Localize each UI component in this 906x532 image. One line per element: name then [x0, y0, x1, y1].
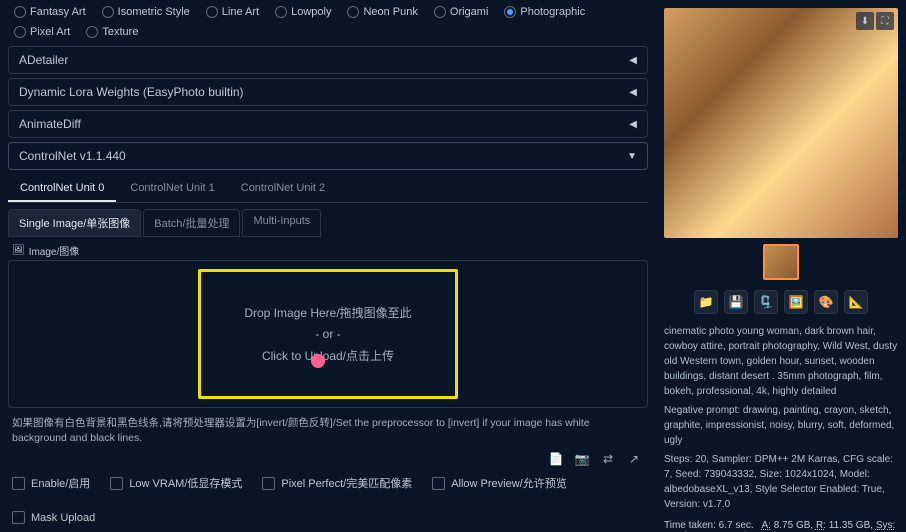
- radio-icon: [206, 6, 218, 18]
- output-action-button[interactable]: 🖼️: [784, 290, 808, 314]
- radio-icon: [347, 6, 359, 18]
- dropzone-text: Drop Image Here/拖拽图像至此: [244, 304, 411, 321]
- style-label: Neon Punk: [363, 6, 417, 18]
- output-action-button[interactable]: 💾: [724, 290, 748, 314]
- controlnet-unit-tab[interactable]: ControlNet Unit 0: [8, 176, 116, 202]
- swap-icon[interactable]: ⇄: [600, 451, 616, 467]
- radio-icon: [504, 6, 516, 18]
- radio-icon: [275, 6, 287, 18]
- preprocessor-hint: 如果图像有白色背景和黑色线条,请将预处理器设置为[invert/颜色反转]/Se…: [12, 416, 644, 445]
- generation-meta-text: Steps: 20, Sampler: DPM++ 2M Karras, CFG…: [664, 452, 898, 512]
- controlnet-input-tab[interactable]: Single Image/单张图像: [8, 209, 141, 237]
- style-option[interactable]: Fantasy Art: [8, 4, 92, 20]
- lowvram-checkbox[interactable]: Low VRAM/低显存模式: [110, 475, 242, 491]
- output-action-button[interactable]: 📐: [844, 290, 868, 314]
- chevron-left-icon: ◀: [629, 119, 637, 130]
- style-label: Line Art: [222, 6, 259, 18]
- chevron-left-icon: ◀: [629, 55, 637, 66]
- pixelperfect-checkbox[interactable]: Pixel Perfect/完美匹配像素: [262, 475, 412, 491]
- style-label: Isometric Style: [118, 6, 190, 18]
- lora-accordion[interactable]: Dynamic Lora Weights (EasyPhoto builtin)…: [8, 78, 648, 106]
- output-action-button[interactable]: 🎨: [814, 290, 838, 314]
- accordion-label: ControlNet v1.1.440: [19, 149, 126, 163]
- chevron-left-icon: ◀: [629, 87, 637, 98]
- animatediff-accordion[interactable]: AnimateDiff ◀: [8, 110, 648, 138]
- style-option[interactable]: Photographic: [498, 4, 591, 20]
- style-label: Origami: [450, 6, 489, 18]
- negative-prompt-text: Negative prompt: drawing, painting, cray…: [664, 403, 898, 448]
- output-thumbnail[interactable]: [763, 244, 799, 280]
- style-options: Fantasy Art Isometric Style Line Art Lowpol…: [8, 4, 648, 40]
- output-image[interactable]: ⬇ ⛶: [664, 8, 898, 238]
- style-option[interactable]: Line Art: [200, 4, 265, 20]
- radio-icon: [102, 6, 114, 18]
- style-label: Texture: [102, 26, 138, 38]
- adetailer-accordion[interactable]: ADetailer ◀: [8, 46, 648, 74]
- enable-checkbox[interactable]: Enable/启用: [12, 475, 90, 491]
- maskupload-checkbox[interactable]: Mask Upload: [12, 511, 95, 524]
- download-icon[interactable]: ⬇: [856, 12, 874, 30]
- accordion-label: AnimateDiff: [19, 117, 81, 131]
- controlnet-accordion[interactable]: ControlNet v1.1.440 ▼: [8, 142, 648, 170]
- cursor-icon: [311, 354, 325, 368]
- controlnet-input-tabs: Single Image/单张图像Batch/批量处理Multi-Inputs: [8, 209, 648, 237]
- output-action-button[interactable]: 🗜️: [754, 290, 778, 314]
- output-action-button[interactable]: 📁: [694, 290, 718, 314]
- prompt-text: cinematic photo young woman, dark brown …: [664, 324, 898, 399]
- image-dropzone[interactable]: Drop Image Here/拖拽图像至此 - or - Click to U…: [198, 269, 458, 399]
- image-input-label: 🖼 Image/图像: [12, 243, 648, 258]
- style-option[interactable]: Isometric Style: [96, 4, 196, 20]
- style-label: Fantasy Art: [30, 6, 86, 18]
- controlnet-unit-tabs: ControlNet Unit 0ControlNet Unit 1Contro…: [8, 176, 648, 203]
- accordion-label: Dynamic Lora Weights (EasyPhoto builtin): [19, 85, 244, 99]
- presets-icon[interactable]: ↗: [626, 451, 642, 467]
- style-option[interactable]: Texture: [80, 24, 144, 40]
- webcam-icon[interactable]: 📷: [574, 451, 590, 467]
- allowpreview-checkbox[interactable]: Allow Preview/允许预览: [432, 475, 567, 491]
- style-label: Photographic: [520, 6, 585, 18]
- image-icon: 🖼: [12, 245, 25, 256]
- chevron-down-icon: ▼: [627, 151, 637, 162]
- dropzone-text: Click to Upload/点击上传: [262, 347, 394, 364]
- radio-icon: [14, 6, 26, 18]
- time-stats: Time taken: 6.7 sec. A: 8.75 GB, R: 11.3…: [664, 520, 898, 532]
- radio-icon: [86, 26, 98, 38]
- radio-icon: [14, 26, 26, 38]
- style-option[interactable]: Origami: [428, 4, 495, 20]
- accordion-label: ADetailer: [19, 53, 68, 67]
- style-option[interactable]: Lowpoly: [269, 4, 337, 20]
- style-label: Lowpoly: [291, 6, 331, 18]
- fullscreen-icon[interactable]: ⛶: [876, 12, 894, 30]
- style-option[interactable]: Neon Punk: [341, 4, 423, 20]
- create-canvas-icon[interactable]: 📄: [548, 451, 564, 467]
- controlnet-input-tab[interactable]: Multi-Inputs: [242, 209, 321, 237]
- style-option[interactable]: Pixel Art: [8, 24, 76, 40]
- style-label: Pixel Art: [30, 26, 70, 38]
- controlnet-unit-tab[interactable]: ControlNet Unit 1: [118, 176, 226, 202]
- dropzone-or: - or -: [315, 327, 340, 341]
- radio-icon: [434, 6, 446, 18]
- controlnet-input-tab[interactable]: Batch/批量处理: [143, 209, 240, 237]
- controlnet-unit-tab[interactable]: ControlNet Unit 2: [229, 176, 337, 202]
